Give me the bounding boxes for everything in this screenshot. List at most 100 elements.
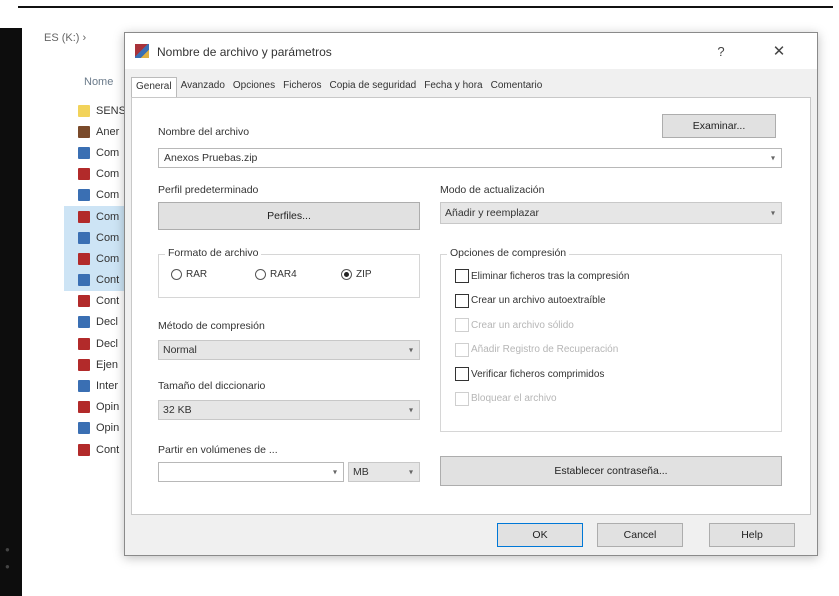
screenshot-left-border	[0, 28, 22, 596]
option-checkbox: Crear un archivo sólido	[455, 318, 574, 332]
radio-indicator	[255, 269, 266, 280]
tab-opciones[interactable]: Opciones	[229, 77, 279, 97]
archive-name-value: Anexos Pruebas.zip	[164, 152, 258, 164]
tab-bar: General Avanzado Opciones Ficheros Copia de …	[131, 77, 546, 97]
file-name: Decl	[96, 316, 119, 329]
checkbox-label: Eliminar ficheros tras la compresión	[471, 270, 630, 282]
tab-ficheros[interactable]: Ficheros	[279, 77, 325, 97]
file-name: Ejen	[96, 358, 119, 371]
dictionary-size-label: Tamaño del diccionario	[158, 380, 266, 392]
update-mode-value: Añadir y reemplazar	[445, 207, 539, 219]
compression-method-label: Método de compresión	[158, 320, 265, 332]
document-icon	[78, 274, 90, 287]
browse-button[interactable]: Examinar...	[662, 114, 776, 138]
checkbox-box	[455, 367, 469, 381]
rar-file-icon	[78, 210, 90, 223]
update-mode-select[interactable]: Añadir y reemplazar ▾	[440, 202, 782, 224]
archive-name-parameters-dialog: Nombre de archivo y parámetros ? ✕ Gener…	[124, 32, 818, 556]
file-name: Aner	[96, 125, 120, 138]
set-password-button[interactable]: Establecer contraseña...	[440, 456, 782, 486]
chevron-down-icon: ▾	[770, 153, 775, 163]
document-icon	[78, 189, 90, 202]
archive-format-group: Formato de archivo RAR RAR4 ZIP	[158, 247, 420, 298]
profiles-button[interactable]: Perfiles...	[158, 202, 420, 230]
checkbox-label: Añadir Registro de Recuperación	[471, 344, 619, 355]
file-name: Opin	[96, 401, 120, 414]
file-name: Cont	[96, 274, 120, 287]
dictionary-size-select[interactable]: 32 KB ▾	[158, 400, 420, 420]
archive-name-label: Nombre del archivo	[158, 126, 250, 138]
chevron-down-icon: ▾	[770, 208, 775, 218]
dictionary-size-value: 32 KB	[163, 404, 192, 416]
tab-general[interactable]: General	[131, 77, 177, 97]
file-name: Inter	[96, 380, 119, 393]
format-radio-rar4[interactable]: RAR4	[255, 269, 297, 280]
rar-file-icon	[78, 358, 90, 371]
document-icon	[78, 422, 90, 435]
file-name: Com	[96, 168, 120, 181]
close-button[interactable]: ✕	[765, 41, 793, 63]
radio-label: RAR	[186, 269, 208, 280]
split-volumes-input[interactable]: ▾	[158, 462, 344, 482]
format-radio-rar[interactable]: RAR	[171, 269, 207, 280]
format-radio-zip[interactable]: ZIP	[341, 269, 372, 280]
checkbox-box	[455, 293, 469, 308]
chevron-down-icon: ▾	[408, 467, 413, 477]
split-unit-select[interactable]: MB ▾	[348, 462, 420, 482]
checkbox-label: Bloquear el archivo	[471, 393, 557, 404]
radio-label: ZIP	[356, 269, 372, 280]
winrar-app-icon	[135, 44, 149, 58]
rar-file-icon	[78, 295, 90, 308]
compression-method-value: Normal	[163, 344, 197, 356]
radio-label: RAR4	[270, 269, 297, 280]
tab-fecha-y-hora[interactable]: Fecha y hora	[420, 77, 486, 97]
tab-avanzado[interactable]: Avanzado	[177, 77, 229, 97]
text-file-icon	[78, 104, 90, 117]
compression-options-title: Opciones de compresión	[447, 247, 570, 259]
option-checkbox[interactable]: Verificar ficheros comprimidos	[455, 367, 604, 381]
document-icon	[78, 380, 90, 393]
rar-file-icon	[78, 401, 90, 414]
archive-name-combo[interactable]: Anexos Pruebas.zip ▾	[158, 148, 782, 168]
file-name: Opin	[96, 422, 120, 435]
cancel-button[interactable]: Cancel	[597, 523, 683, 547]
checkbox-box	[455, 342, 469, 357]
chevron-down-icon: ▾	[408, 345, 413, 355]
compression-method-select[interactable]: Normal ▾	[158, 340, 420, 360]
radio-indicator	[341, 269, 352, 280]
file-name: Com	[96, 146, 120, 159]
tab-comentario[interactable]: Comentario	[487, 77, 547, 97]
rar-file-icon	[78, 168, 90, 181]
bullet-dot: ●	[5, 562, 10, 571]
rar-file-icon	[78, 252, 90, 265]
dialog-title: Nombre de archivo y parámetros	[157, 45, 332, 59]
option-checkbox: Añadir Registro de Recuperación	[455, 342, 619, 357]
rar-file-icon	[78, 337, 90, 350]
chevron-down-icon: ▾	[408, 405, 413, 415]
file-name: Cont	[96, 295, 120, 308]
split-volumes-label: Partir en volúmenes de ...	[158, 444, 278, 456]
compression-options-group: Opciones de compresión Eliminar ficheros…	[440, 247, 782, 432]
file-name: Decl	[96, 337, 119, 350]
archive-format-title: Formato de archivo	[165, 247, 262, 259]
option-checkbox: Bloquear el archivo	[455, 391, 557, 406]
option-checkbox[interactable]: Crear un archivo autoextraíble	[455, 293, 606, 308]
default-profile-label: Perfil predeterminado	[158, 184, 259, 196]
file-name: SENS	[96, 104, 126, 117]
checkbox-label: Crear un archivo sólido	[471, 319, 574, 331]
column-header-name[interactable]: Nome	[84, 76, 113, 88]
breadcrumb[interactable]: ES (K:) ›	[44, 32, 86, 44]
help-title-button[interactable]: ?	[707, 41, 735, 63]
tab-copia-de-seguridad[interactable]: Copia de seguridad	[325, 77, 420, 97]
option-checkbox[interactable]: Eliminar ficheros tras la compresión	[455, 269, 629, 283]
checkbox-label: Verificar ficheros comprimidos	[471, 368, 605, 380]
checkbox-box	[455, 318, 469, 332]
title-bar: Nombre de archivo y parámetros ? ✕	[125, 33, 817, 69]
checkbox-box	[455, 391, 469, 406]
file-name: Com	[96, 189, 120, 202]
ok-button[interactable]: OK	[497, 523, 583, 547]
file-name: Com	[96, 231, 120, 244]
help-button[interactable]: Help	[709, 523, 795, 547]
radio-indicator	[171, 269, 182, 280]
document-icon	[78, 146, 90, 159]
